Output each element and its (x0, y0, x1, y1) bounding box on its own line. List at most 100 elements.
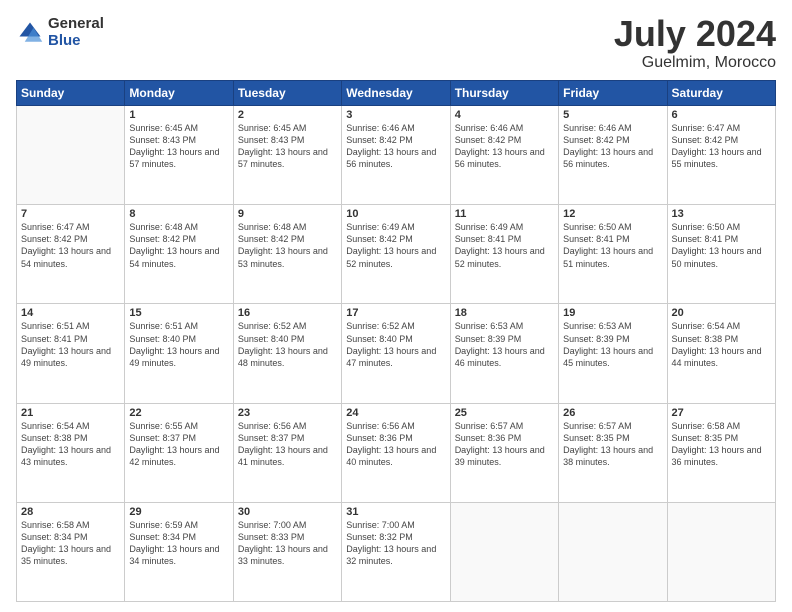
day-info: Sunrise: 6:46 AM Sunset: 8:42 PM Dayligh… (346, 122, 445, 171)
col-sunday: Sunday (17, 81, 125, 106)
table-row: 28Sunrise: 6:58 AM Sunset: 8:34 PM Dayli… (17, 502, 125, 601)
day-number: 29 (129, 506, 228, 518)
day-number: 5 (563, 109, 662, 121)
day-number: 31 (346, 506, 445, 518)
title-block: July 2024 Guelmim, Morocco (614, 16, 776, 72)
table-row: 27Sunrise: 6:58 AM Sunset: 8:35 PM Dayli… (667, 403, 775, 502)
table-row: 13Sunrise: 6:50 AM Sunset: 8:41 PM Dayli… (667, 205, 775, 304)
title-location: Guelmim, Morocco (614, 54, 776, 72)
col-monday: Monday (125, 81, 233, 106)
table-row: 1Sunrise: 6:45 AM Sunset: 8:43 PM Daylig… (125, 106, 233, 205)
table-row: 22Sunrise: 6:55 AM Sunset: 8:37 PM Dayli… (125, 403, 233, 502)
table-row: 17Sunrise: 6:52 AM Sunset: 8:40 PM Dayli… (342, 304, 450, 403)
day-number: 24 (346, 407, 445, 419)
table-row: 31Sunrise: 7:00 AM Sunset: 8:32 PM Dayli… (342, 502, 450, 601)
day-number: 3 (346, 109, 445, 121)
day-info: Sunrise: 6:45 AM Sunset: 8:43 PM Dayligh… (129, 122, 228, 171)
logo: General Blue (16, 16, 104, 49)
day-number: 28 (21, 506, 120, 518)
day-info: Sunrise: 7:00 AM Sunset: 8:33 PM Dayligh… (238, 519, 337, 568)
day-info: Sunrise: 6:49 AM Sunset: 8:41 PM Dayligh… (455, 221, 554, 270)
day-info: Sunrise: 6:57 AM Sunset: 8:36 PM Dayligh… (455, 420, 554, 469)
day-number: 21 (21, 407, 120, 419)
table-row (450, 502, 558, 601)
day-info: Sunrise: 6:48 AM Sunset: 8:42 PM Dayligh… (129, 221, 228, 270)
day-info: Sunrise: 6:55 AM Sunset: 8:37 PM Dayligh… (129, 420, 228, 469)
day-number: 30 (238, 506, 337, 518)
logo-icon (16, 19, 44, 47)
table-row: 24Sunrise: 6:56 AM Sunset: 8:36 PM Dayli… (342, 403, 450, 502)
day-number: 25 (455, 407, 554, 419)
day-info: Sunrise: 6:52 AM Sunset: 8:40 PM Dayligh… (346, 320, 445, 369)
day-info: Sunrise: 6:56 AM Sunset: 8:37 PM Dayligh… (238, 420, 337, 469)
day-number: 8 (129, 208, 228, 220)
day-number: 13 (672, 208, 771, 220)
day-info: Sunrise: 6:49 AM Sunset: 8:42 PM Dayligh… (346, 221, 445, 270)
day-number: 6 (672, 109, 771, 121)
col-saturday: Saturday (667, 81, 775, 106)
table-row: 20Sunrise: 6:54 AM Sunset: 8:38 PM Dayli… (667, 304, 775, 403)
day-number: 22 (129, 407, 228, 419)
table-row (17, 106, 125, 205)
day-number: 9 (238, 208, 337, 220)
table-row: 2Sunrise: 6:45 AM Sunset: 8:43 PM Daylig… (233, 106, 341, 205)
day-number: 14 (21, 307, 120, 319)
calendar-header-row: Sunday Monday Tuesday Wednesday Thursday… (17, 81, 776, 106)
day-number: 4 (455, 109, 554, 121)
day-info: Sunrise: 6:52 AM Sunset: 8:40 PM Dayligh… (238, 320, 337, 369)
day-info: Sunrise: 6:46 AM Sunset: 8:42 PM Dayligh… (455, 122, 554, 171)
table-row: 11Sunrise: 6:49 AM Sunset: 8:41 PM Dayli… (450, 205, 558, 304)
table-row: 26Sunrise: 6:57 AM Sunset: 8:35 PM Dayli… (559, 403, 667, 502)
day-number: 19 (563, 307, 662, 319)
calendar-week-row: 1Sunrise: 6:45 AM Sunset: 8:43 PM Daylig… (17, 106, 776, 205)
col-thursday: Thursday (450, 81, 558, 106)
table-row: 25Sunrise: 6:57 AM Sunset: 8:36 PM Dayli… (450, 403, 558, 502)
day-info: Sunrise: 6:50 AM Sunset: 8:41 PM Dayligh… (672, 221, 771, 270)
day-number: 15 (129, 307, 228, 319)
day-info: Sunrise: 6:56 AM Sunset: 8:36 PM Dayligh… (346, 420, 445, 469)
day-info: Sunrise: 6:45 AM Sunset: 8:43 PM Dayligh… (238, 122, 337, 171)
table-row: 7Sunrise: 6:47 AM Sunset: 8:42 PM Daylig… (17, 205, 125, 304)
table-row: 10Sunrise: 6:49 AM Sunset: 8:42 PM Dayli… (342, 205, 450, 304)
day-info: Sunrise: 6:51 AM Sunset: 8:40 PM Dayligh… (129, 320, 228, 369)
day-number: 10 (346, 208, 445, 220)
day-info: Sunrise: 6:48 AM Sunset: 8:42 PM Dayligh… (238, 221, 337, 270)
day-number: 23 (238, 407, 337, 419)
page: General Blue July 2024 Guelmim, Morocco … (0, 0, 792, 612)
day-number: 12 (563, 208, 662, 220)
table-row: 18Sunrise: 6:53 AM Sunset: 8:39 PM Dayli… (450, 304, 558, 403)
table-row: 30Sunrise: 7:00 AM Sunset: 8:33 PM Dayli… (233, 502, 341, 601)
day-info: Sunrise: 6:58 AM Sunset: 8:34 PM Dayligh… (21, 519, 120, 568)
table-row: 5Sunrise: 6:46 AM Sunset: 8:42 PM Daylig… (559, 106, 667, 205)
day-number: 26 (563, 407, 662, 419)
day-number: 1 (129, 109, 228, 121)
day-info: Sunrise: 6:46 AM Sunset: 8:42 PM Dayligh… (563, 122, 662, 171)
day-info: Sunrise: 6:50 AM Sunset: 8:41 PM Dayligh… (563, 221, 662, 270)
day-info: Sunrise: 7:00 AM Sunset: 8:32 PM Dayligh… (346, 519, 445, 568)
calendar-table: Sunday Monday Tuesday Wednesday Thursday… (16, 80, 776, 602)
col-wednesday: Wednesday (342, 81, 450, 106)
table-row: 6Sunrise: 6:47 AM Sunset: 8:42 PM Daylig… (667, 106, 775, 205)
table-row: 12Sunrise: 6:50 AM Sunset: 8:41 PM Dayli… (559, 205, 667, 304)
day-number: 18 (455, 307, 554, 319)
table-row: 29Sunrise: 6:59 AM Sunset: 8:34 PM Dayli… (125, 502, 233, 601)
table-row (667, 502, 775, 601)
day-number: 17 (346, 307, 445, 319)
table-row: 4Sunrise: 6:46 AM Sunset: 8:42 PM Daylig… (450, 106, 558, 205)
day-number: 7 (21, 208, 120, 220)
table-row: 19Sunrise: 6:53 AM Sunset: 8:39 PM Dayli… (559, 304, 667, 403)
header: General Blue July 2024 Guelmim, Morocco (16, 16, 776, 72)
title-month: July 2024 (614, 16, 776, 52)
table-row: 23Sunrise: 6:56 AM Sunset: 8:37 PM Dayli… (233, 403, 341, 502)
table-row: 16Sunrise: 6:52 AM Sunset: 8:40 PM Dayli… (233, 304, 341, 403)
day-info: Sunrise: 6:51 AM Sunset: 8:41 PM Dayligh… (21, 320, 120, 369)
day-info: Sunrise: 6:47 AM Sunset: 8:42 PM Dayligh… (672, 122, 771, 171)
col-friday: Friday (559, 81, 667, 106)
day-number: 2 (238, 109, 337, 121)
day-info: Sunrise: 6:57 AM Sunset: 8:35 PM Dayligh… (563, 420, 662, 469)
day-info: Sunrise: 6:59 AM Sunset: 8:34 PM Dayligh… (129, 519, 228, 568)
table-row: 3Sunrise: 6:46 AM Sunset: 8:42 PM Daylig… (342, 106, 450, 205)
day-number: 20 (672, 307, 771, 319)
day-info: Sunrise: 6:58 AM Sunset: 8:35 PM Dayligh… (672, 420, 771, 469)
col-tuesday: Tuesday (233, 81, 341, 106)
